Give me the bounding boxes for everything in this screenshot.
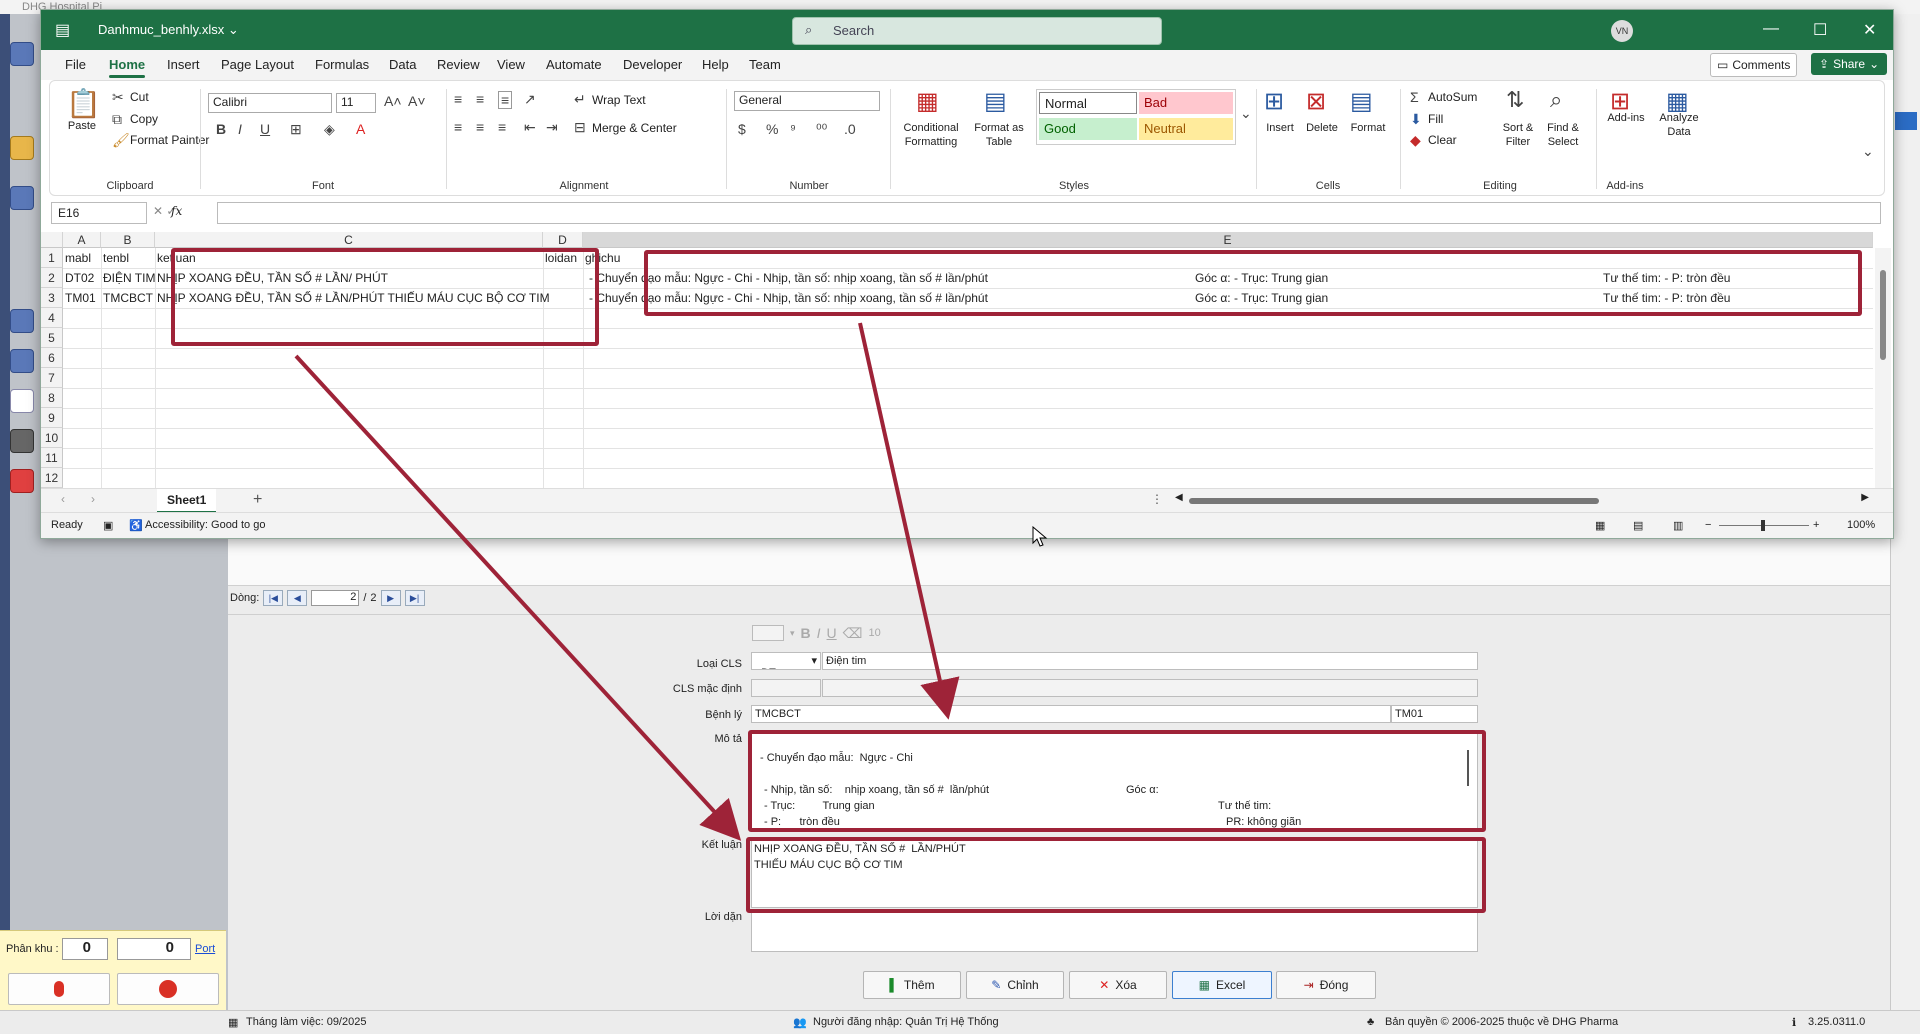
- arrow-ghichu: [858, 322, 960, 720]
- annotation-arrows: [294, 322, 960, 841]
- mouse-cursor: [1032, 526, 1048, 547]
- arrow-ketluan: [294, 354, 742, 841]
